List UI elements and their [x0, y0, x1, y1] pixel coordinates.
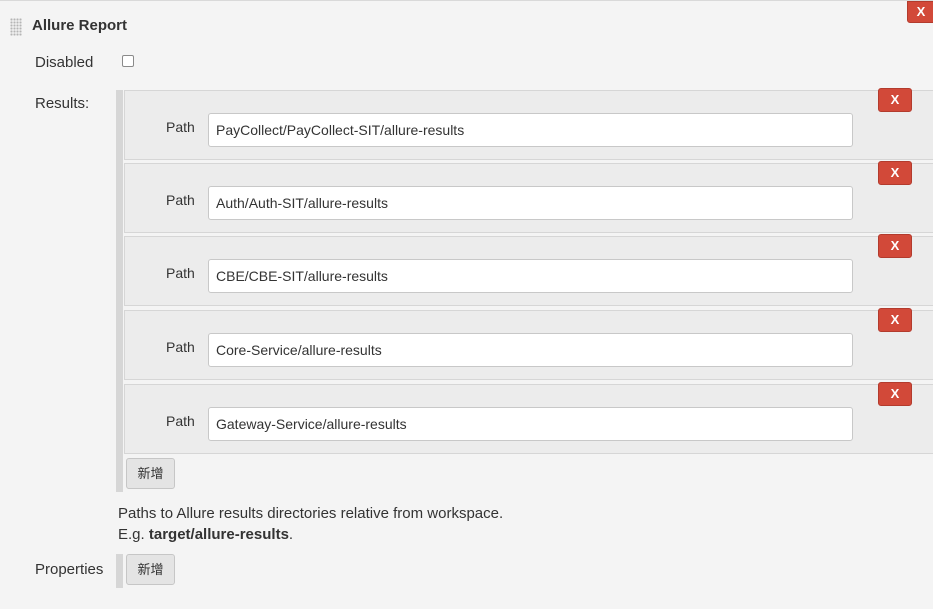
help-line-2: E.g. target/allure-results. [118, 524, 503, 545]
add-property-button[interactable]: 新增 [126, 554, 175, 585]
help-line-1: Paths to Allure results directories rela… [118, 505, 504, 522]
results-label: Results: [35, 95, 90, 112]
results-repeat-bar [116, 90, 123, 492]
help-prefix: E.g. [118, 526, 149, 543]
disabled-label: Disabled [35, 54, 94, 71]
result-path-row: Path CBE/CBE-SIT/allure-results X [124, 234, 933, 306]
path-label: Path [166, 192, 195, 208]
path-input[interactable]: CBE/CBE-SIT/allure-results [208, 259, 853, 293]
delete-section-button[interactable]: X [907, 1, 933, 23]
path-label: Path [166, 339, 195, 355]
remove-path-button[interactable]: X [878, 161, 912, 185]
help-suffix: . [288, 526, 294, 543]
path-input[interactable]: Gateway-Service/allure-results [208, 407, 853, 441]
allure-report-section: Allure Report X Disabled Results: Path P… [0, 0, 933, 609]
path-input[interactable]: Auth/Auth-SIT/allure-results [208, 186, 853, 220]
remove-path-button[interactable]: X [878, 308, 912, 332]
result-path-row: Path Gateway-Service/allure-results X [124, 382, 933, 454]
section-title: Allure Report [32, 17, 128, 34]
path-label: Path [166, 265, 195, 281]
result-path-row: Path PayCollect/PayCollect-SIT/allure-re… [124, 88, 933, 160]
help-example: target/allure-results [148, 526, 289, 543]
add-path-button[interactable]: 新增 [126, 458, 175, 489]
result-path-row: Path Auth/Auth-SIT/allure-results X [124, 161, 933, 233]
remove-path-button[interactable]: X [878, 88, 912, 112]
path-input[interactable]: Core-Service/allure-results [208, 333, 853, 367]
remove-path-button[interactable]: X [878, 234, 912, 258]
disabled-checkbox[interactable] [122, 55, 134, 67]
path-label: Path [166, 413, 195, 429]
results-help-text: Paths to Allure results directories rela… [118, 503, 503, 545]
result-path-row: Path Core-Service/allure-results X [124, 308, 933, 380]
path-input[interactable]: PayCollect/PayCollect-SIT/allure-results [208, 113, 853, 147]
drag-handle-icon[interactable] [10, 18, 22, 36]
properties-label: Properties [35, 561, 104, 578]
properties-repeat-bar [116, 554, 123, 588]
remove-path-button[interactable]: X [878, 382, 912, 406]
path-label: Path [166, 119, 195, 135]
